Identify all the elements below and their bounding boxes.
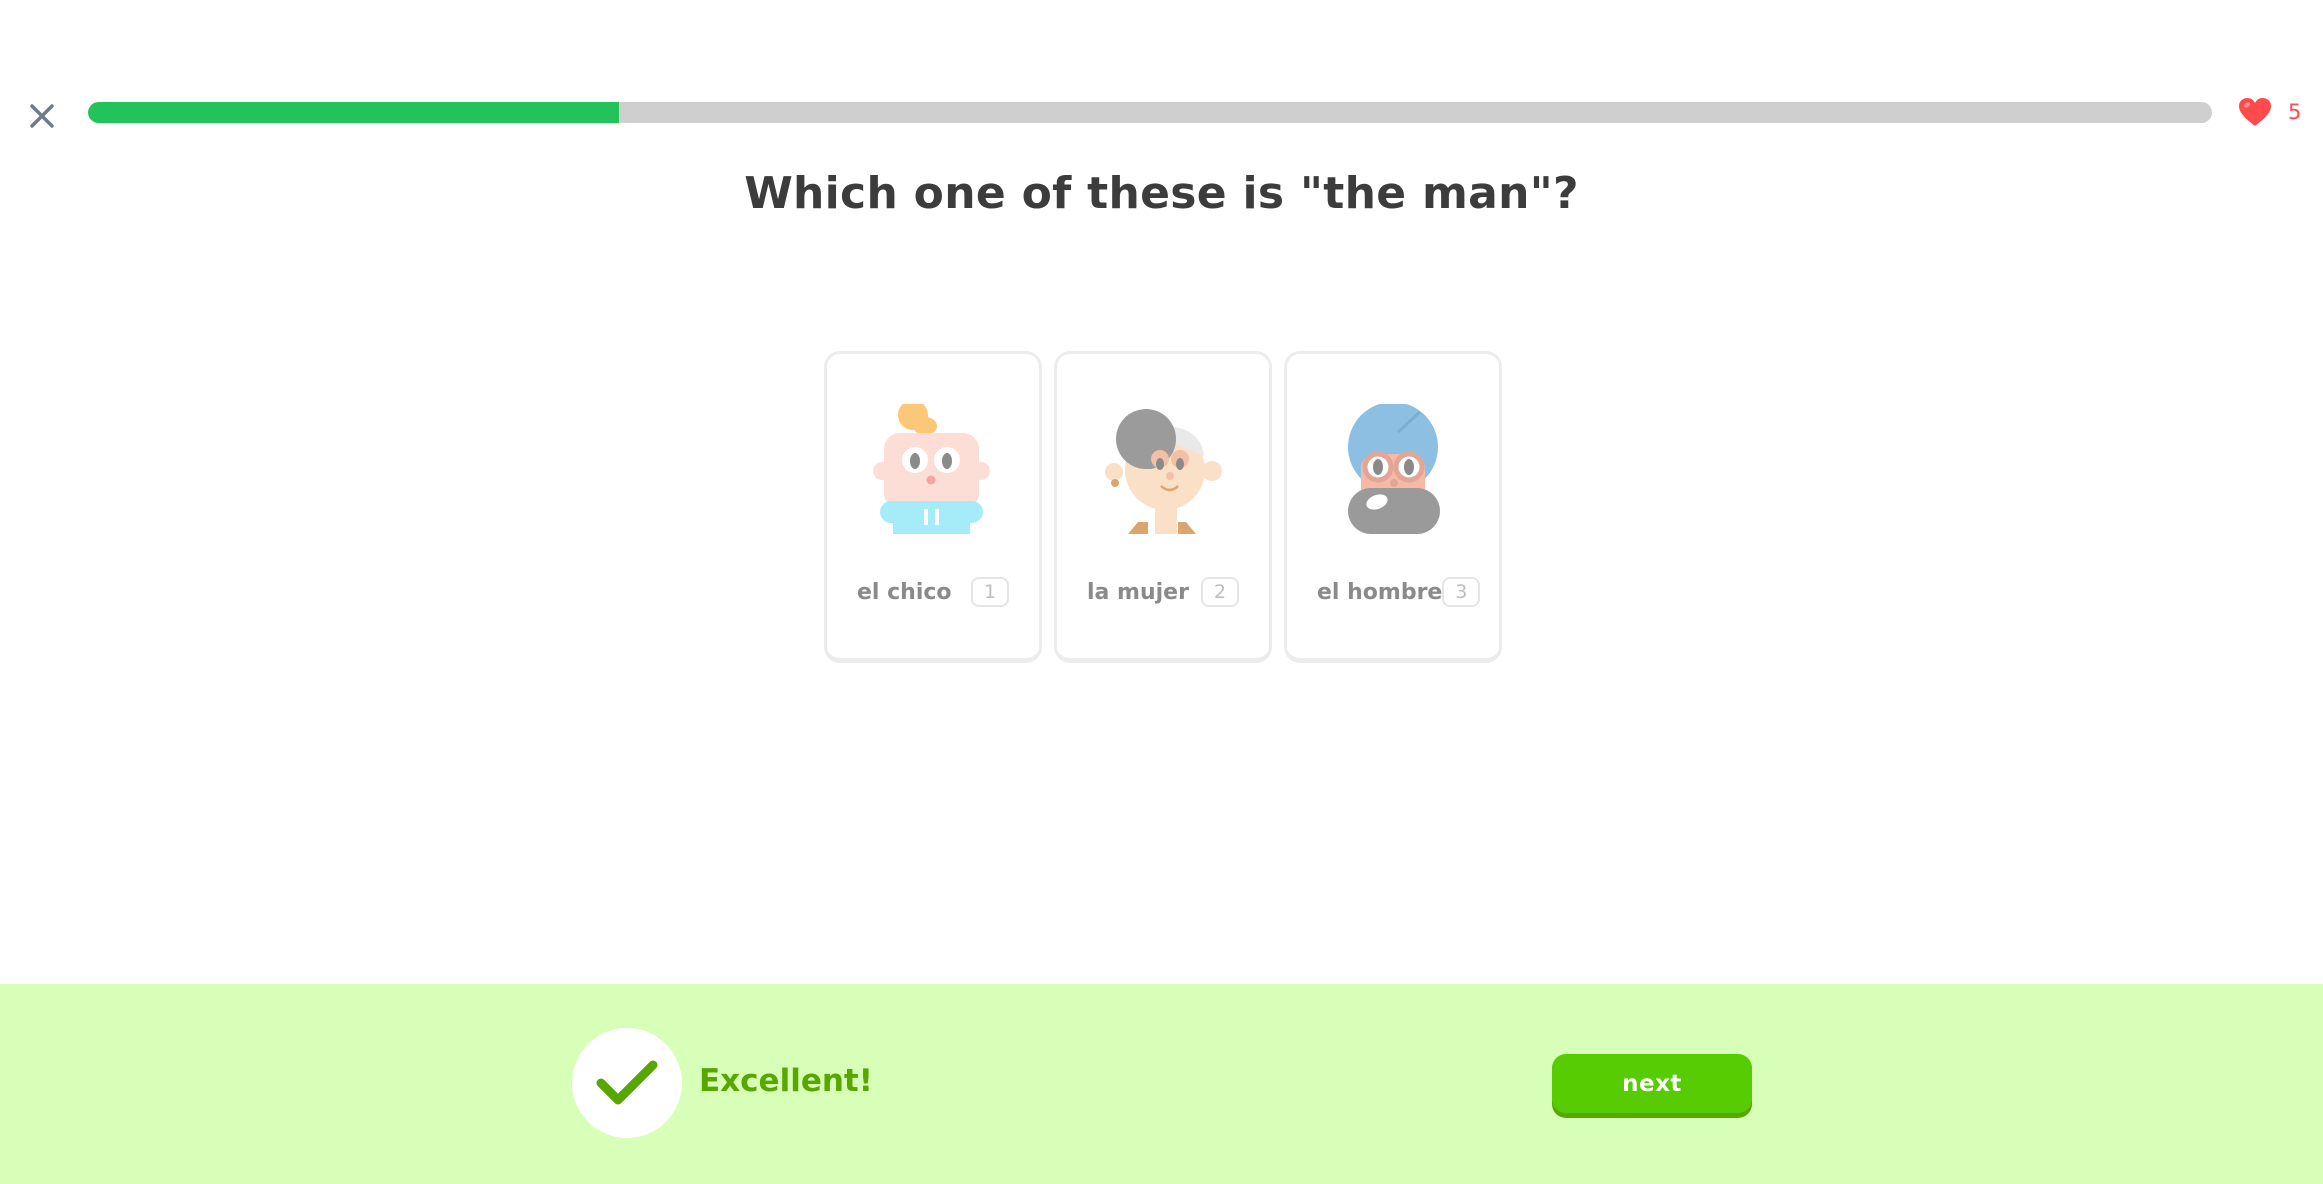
feedback-message: Excellent! (699, 1063, 873, 1099)
keyboard-shortcut-badge: 1 (971, 577, 1009, 607)
man-character-icon (1348, 404, 1440, 534)
close-button[interactable] (22, 96, 62, 136)
lesson-progress-bar (88, 102, 2212, 123)
choice-card-la-mujer[interactable]: la mujer 2 (1054, 351, 1272, 663)
question-prompt: Which one of these is "the man"? (744, 168, 1579, 219)
close-icon (30, 104, 54, 128)
woman-character-icon (1105, 409, 1222, 534)
lesson-screen: 5 Which one of these is "the man"? el ch… (0, 0, 2323, 1184)
choice-card-el-chico[interactable]: el chico 1 (824, 351, 1042, 663)
choice-list: el chico 1 la mujer 2 el hombre 3 (824, 351, 1502, 663)
keyboard-shortcut-badge: 3 (1442, 577, 1481, 607)
hearts-counter: 5 (2238, 96, 2301, 128)
feedback-panel: Excellent! next (0, 984, 2323, 1184)
next-button[interactable]: next (1552, 1054, 1752, 1113)
checkmark-icon (596, 1060, 658, 1105)
choice-card-el-hombre[interactable]: el hombre 3 (1284, 351, 1502, 663)
heart-icon (2239, 98, 2271, 126)
hearts-count: 5 (2288, 100, 2302, 124)
choice-label: la mujer (1087, 579, 1189, 605)
success-badge (572, 1028, 682, 1138)
boy-character-icon (873, 404, 990, 534)
choice-label: el hombre (1317, 579, 1443, 605)
choice-label: el chico (857, 579, 952, 605)
keyboard-shortcut-badge: 2 (1201, 577, 1239, 607)
lesson-progress-fill (88, 102, 619, 123)
